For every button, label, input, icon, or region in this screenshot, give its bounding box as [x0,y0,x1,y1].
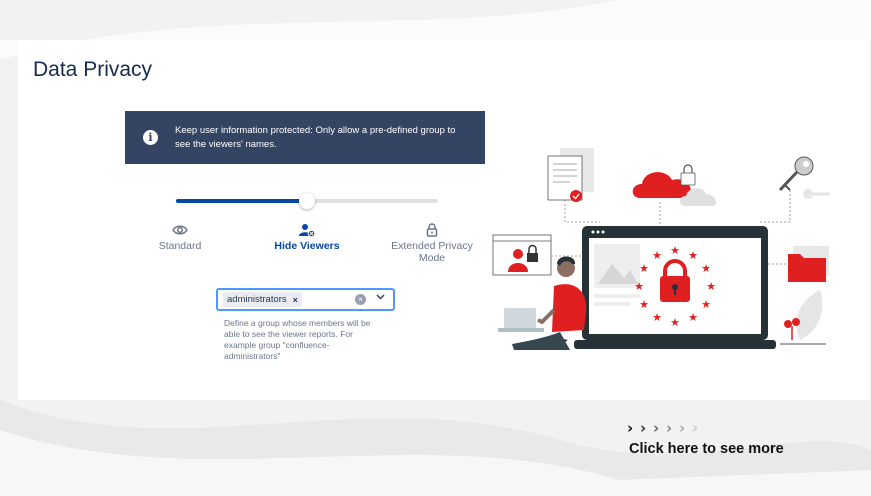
mode-extended-label: Extended Privacy Mode [391,240,473,264]
svg-text:★: ★ [639,262,649,275]
svg-text:★: ★ [688,249,698,262]
mode-extended-privacy[interactable]: Extended Privacy Mode [387,222,477,264]
document-icon [547,148,594,202]
chevron-right-icon: › [679,419,686,437]
eye-icon [135,222,225,238]
plant-icon [780,290,826,345]
lock-icon [387,222,477,238]
clear-icon[interactable]: × [355,294,366,305]
mode-hide-viewers[interactable]: Hide Viewers [262,222,352,252]
slider-fill [176,199,307,203]
privacy-card: Data Privacy i Keep user information pro… [18,40,870,400]
key-icon [778,156,830,199]
chevron-right-icon: › [627,419,634,437]
group-chip: administrators × [223,292,302,307]
see-more-link[interactable]: Click here to see more [629,441,784,457]
info-banner: i Keep user information protected: Only … [125,111,485,164]
group-helper-text: Define a group whose members will be abl… [224,318,371,361]
mode-standard-label: Standard [158,240,202,252]
user-hidden-icon [262,222,352,238]
chevron-right-icon: › [692,419,699,437]
user-window-icon [492,234,552,276]
group-select[interactable]: administrators × × [216,288,395,311]
privacy-level-slider[interactable] [176,193,438,209]
cloud-lock-icon [632,164,717,206]
mode-hide-viewers-label: Hide Viewers [274,240,340,252]
mode-standard[interactable]: Standard [135,222,225,252]
info-banner-text: Keep user information protected: Only al… [175,124,456,150]
chevron-down-icon[interactable] [376,292,385,303]
chevron-right-icon: › [653,419,660,437]
info-icon: i [143,130,158,145]
svg-text:★: ★ [701,262,711,275]
svg-text:★: ★ [634,280,644,293]
security-illustration: ★ ★ ★ ★ ★ ★ ★ ★ ★ ★ ★ ★ [492,148,830,350]
chevron-arrows: › › › › › › [627,419,705,437]
folder-icon [788,246,829,282]
chevron-right-icon: › [666,419,673,437]
chip-remove-icon[interactable]: × [293,295,298,305]
svg-text:★: ★ [688,311,698,324]
svg-text:★: ★ [652,311,662,324]
group-chip-label: administrators [227,294,287,305]
chevron-right-icon: › [640,419,647,437]
svg-text:★: ★ [652,249,662,262]
slider-thumb[interactable] [299,193,315,209]
page-title: Data Privacy [33,58,153,81]
svg-text:★: ★ [670,244,680,257]
svg-text:★: ★ [670,316,680,329]
svg-text:★: ★ [639,298,649,311]
svg-text:★: ★ [701,298,711,311]
svg-text:★: ★ [706,280,716,293]
